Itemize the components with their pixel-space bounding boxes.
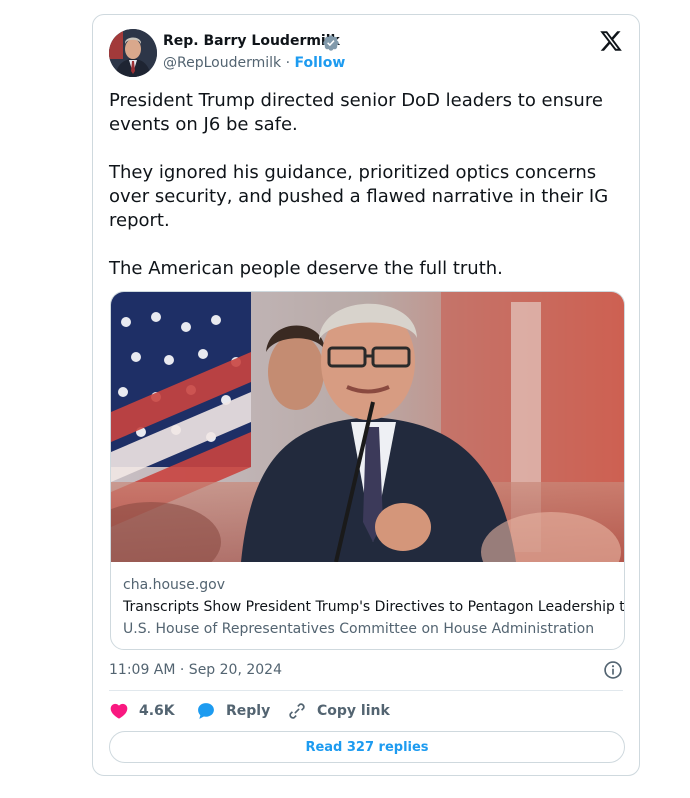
reply-button[interactable]: Reply <box>196 701 270 721</box>
handle-separator: · <box>285 55 291 71</box>
x-logo-icon[interactable] <box>599 29 623 53</box>
follow-button[interactable]: Follow <box>294 55 345 71</box>
handle-row: @RepLoudermilk · Follow <box>163 55 345 71</box>
avatar[interactable] <box>109 29 157 77</box>
link-icon <box>289 703 305 719</box>
reply-bubble-icon <box>198 703 214 719</box>
verified-badge-icon <box>323 35 339 51</box>
link-preview-card[interactable]: cha.house.gov Transcripts Show President… <box>110 291 625 650</box>
author-handle[interactable]: @RepLoudermilk <box>163 55 281 71</box>
link-preview-image <box>111 292 624 562</box>
like-button[interactable]: 4.6K <box>109 701 175 721</box>
link-domain: cha.house.gov <box>123 577 226 593</box>
link-title: Transcripts Show President Trump's Direc… <box>123 599 625 615</box>
link-description: U.S. House of Representatives Committee … <box>123 621 595 637</box>
heart-icon <box>110 703 128 719</box>
tweet-embed-card: Rep. Barry Loudermilk @RepLoudermilk · F… <box>92 14 640 776</box>
copy-link-label: Copy link <box>317 703 390 719</box>
copy-link-button[interactable]: Copy link <box>287 701 390 721</box>
like-count: 4.6K <box>139 703 175 719</box>
tweet-text: President Trump directed senior DoD lead… <box>109 90 609 279</box>
divider <box>109 690 623 691</box>
author-name[interactable]: Rep. Barry Loudermilk <box>163 33 340 49</box>
tweet-timestamp[interactable]: 11:09 AM · Sep 20, 2024 <box>109 662 282 678</box>
reply-label: Reply <box>226 703 271 719</box>
info-icon[interactable] <box>603 660 623 680</box>
read-replies-button[interactable]: Read 327 replies <box>109 731 625 763</box>
